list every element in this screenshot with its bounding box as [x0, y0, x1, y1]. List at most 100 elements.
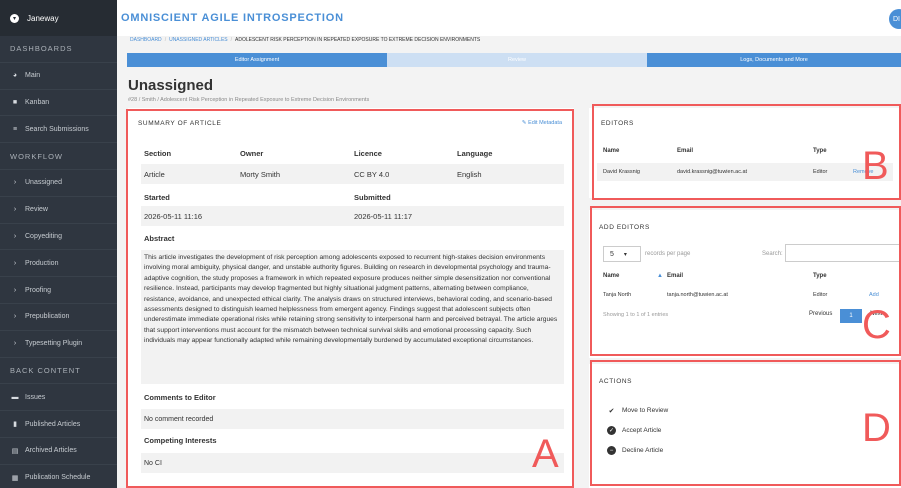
started-value: 2026-05-11 11:16 [144, 211, 203, 221]
sidebar-item-search[interactable]: ≡ Search Submissions [0, 116, 117, 144]
sidebar-item-kanban[interactable]: ■ Kanban [0, 90, 117, 117]
owner-header: Owner [240, 148, 264, 158]
add-editors-heading: ADD EDITORS [599, 224, 650, 231]
sidebar-item-production[interactable]: › Production [0, 250, 117, 278]
minus-circle-icon: − [607, 446, 616, 455]
top-bar: OMNISCIENT AGILE INTROSPECTION DI [117, 0, 901, 36]
competing-interests-label: Competing Interests [144, 436, 217, 445]
sidebar-item-archived[interactable]: ▤ Archived Articles [0, 438, 117, 465]
meta-header-row: Section Owner Licence Language [141, 143, 564, 163]
editors-email-header: Email [677, 148, 694, 154]
edit-metadata-link[interactable]: ✎ Edit Metadata [522, 120, 562, 126]
sidebar-item-schedule[interactable]: ▦ Publication Schedule [0, 465, 117, 488]
sidebar-item-typesetting[interactable]: › Typesetting Plugin [0, 331, 117, 358]
add-email-header[interactable]: Email [667, 273, 813, 279]
sidebar-item-copyediting[interactable]: › Copyediting [0, 224, 117, 251]
search-input[interactable] [785, 244, 901, 262]
section-header: Section [144, 148, 172, 158]
tab-logs[interactable]: Logs, Documents and More [647, 53, 901, 67]
entries-info: Showing 1 to 1 of 1 entries [603, 312, 669, 318]
breadcrumb-dashboard[interactable]: DASHBOARD [130, 37, 162, 43]
page-size-select[interactable]: 5 ▾ [603, 246, 641, 262]
add-editors-header-row: Name ▲ Email Type [603, 273, 853, 279]
sidebar-item-main[interactable]: ◕ Main [0, 63, 117, 90]
candidate-type: Editor [813, 292, 828, 298]
sidebar-item-label: Proofing [25, 286, 52, 294]
avatar[interactable]: DI [889, 9, 901, 29]
summary-heading: SUMMARY OF ARTICLE [138, 120, 222, 127]
actions-heading: ACTIONS [599, 378, 633, 385]
candidate-email: tanja.north@tuwien.ac.at [667, 292, 728, 298]
sidebar-item-proofing[interactable]: › Proofing [0, 277, 117, 304]
started-header: Started [144, 192, 170, 202]
comments-label: Comments to Editor [144, 393, 216, 402]
dashboard-icon: ◕ [12, 72, 18, 80]
add-name-header[interactable]: Name [603, 273, 657, 279]
region-d-marker: D [862, 406, 891, 450]
chevron-right-icon: › [13, 313, 17, 321]
workflow-progress: Editor Assignment Review Logs, Documents… [127, 53, 901, 67]
abstract-label: Abstract [144, 234, 175, 243]
sidebar-item-review[interactable]: › Review [0, 197, 117, 224]
chevron-right-icon: › [13, 232, 17, 240]
chevron-right-icon: › [13, 340, 17, 348]
page-title: Unassigned [128, 77, 214, 94]
brand-label: Janeway [27, 13, 59, 23]
chevron-right-icon: › [13, 179, 17, 187]
action-label: Move to Review [622, 407, 669, 414]
submitted-value: 2026-05-11 11:17 [354, 211, 413, 221]
page-size-value: 5 [610, 250, 614, 258]
breadcrumb-unassigned[interactable]: UNASSIGNED ARTICLES [169, 37, 228, 43]
accept-article-button[interactable]: ✓ Accept Article [607, 426, 661, 435]
sidebar-item-label: Search Submissions [25, 125, 89, 133]
chevron-right-icon: › [13, 259, 17, 267]
table-row: David Krassnig david.krassnig@tuwien.ac.… [597, 163, 893, 181]
archive-icon: ▤ [11, 447, 19, 455]
page-1-button[interactable]: 1 [840, 309, 862, 323]
sidebar-item-label: Copyediting [25, 232, 62, 240]
sidebar-item-label: Published Articles [25, 420, 81, 428]
editor-name: David Krassnig [603, 169, 640, 175]
move-to-review-button[interactable]: ✔ Move to Review [607, 406, 669, 415]
editors-type-header: Type [813, 148, 827, 154]
region-b-marker: B [862, 144, 889, 188]
breadcrumb-current: ADOLESCENT RISK PERCEPTION IN REPEATED E… [235, 37, 481, 43]
table-row: Tanja North tanja.north@tuwien.ac.at Edi… [603, 292, 879, 298]
edit-metadata-label: Edit Metadata [528, 120, 562, 126]
region-a-marker: A [532, 432, 559, 476]
language-value: English [457, 169, 482, 179]
language-header: Language [457, 148, 493, 158]
add-type-header[interactable]: Type [813, 273, 853, 279]
editor-type: Editor [813, 169, 828, 175]
page-subtitle: #28 / Smith / Adolescent Risk Perception… [128, 97, 370, 103]
check-icon: ✔ [608, 407, 615, 415]
sidebar-item-issues[interactable]: ▬ Issues [0, 384, 117, 412]
action-label: Decline Article [622, 447, 664, 454]
sidebar: ▾ Janeway DASHBOARDS ◕ Main ■ Kanban ≡ Sear… [0, 0, 117, 488]
candidate-name: Tanja North [603, 292, 632, 298]
sidebar-item-unassigned[interactable]: › Unassigned [0, 170, 117, 197]
sidebar-item-label: Kanban [25, 98, 50, 106]
sidebar-item-label: Issues [25, 393, 46, 401]
add-editors-panel: ADD EDITORS 5 ▾ records per page Search: … [589, 210, 901, 358]
tab-review[interactable]: Review [387, 53, 647, 67]
sidebar-item-label: Archived Articles [25, 447, 77, 455]
records-per-page-label: records per page [645, 251, 691, 257]
sidebar-brand[interactable]: ▾ Janeway [0, 0, 117, 36]
sidebar-item-label: Production [25, 259, 59, 267]
search-label: Search: [762, 251, 783, 257]
sidebar-item-label: Review [25, 206, 48, 214]
owner-value: Morty Smith [240, 169, 281, 179]
decline-article-button[interactable]: − Decline Article [607, 446, 663, 455]
previous-page-button[interactable]: Previous [809, 311, 832, 317]
licence-header: Licence [354, 148, 382, 158]
section-value: Article [144, 169, 165, 179]
summary-panel: SUMMARY OF ARTICLE ✎ Edit Metadata Secti… [128, 108, 574, 488]
add-editor-button[interactable]: Add [869, 292, 879, 298]
editors-heading: EDITORS [601, 120, 634, 127]
sidebar-item-published[interactable]: ▮ Published Articles [0, 411, 117, 438]
sidebar-item-prepublication[interactable]: › Prepublication [0, 304, 117, 331]
journal-title[interactable]: OMNISCIENT AGILE INTROSPECTION [121, 12, 344, 24]
editors-header-row: Name Email Type [603, 148, 853, 154]
tab-editor-assignment[interactable]: Editor Assignment [127, 53, 387, 67]
